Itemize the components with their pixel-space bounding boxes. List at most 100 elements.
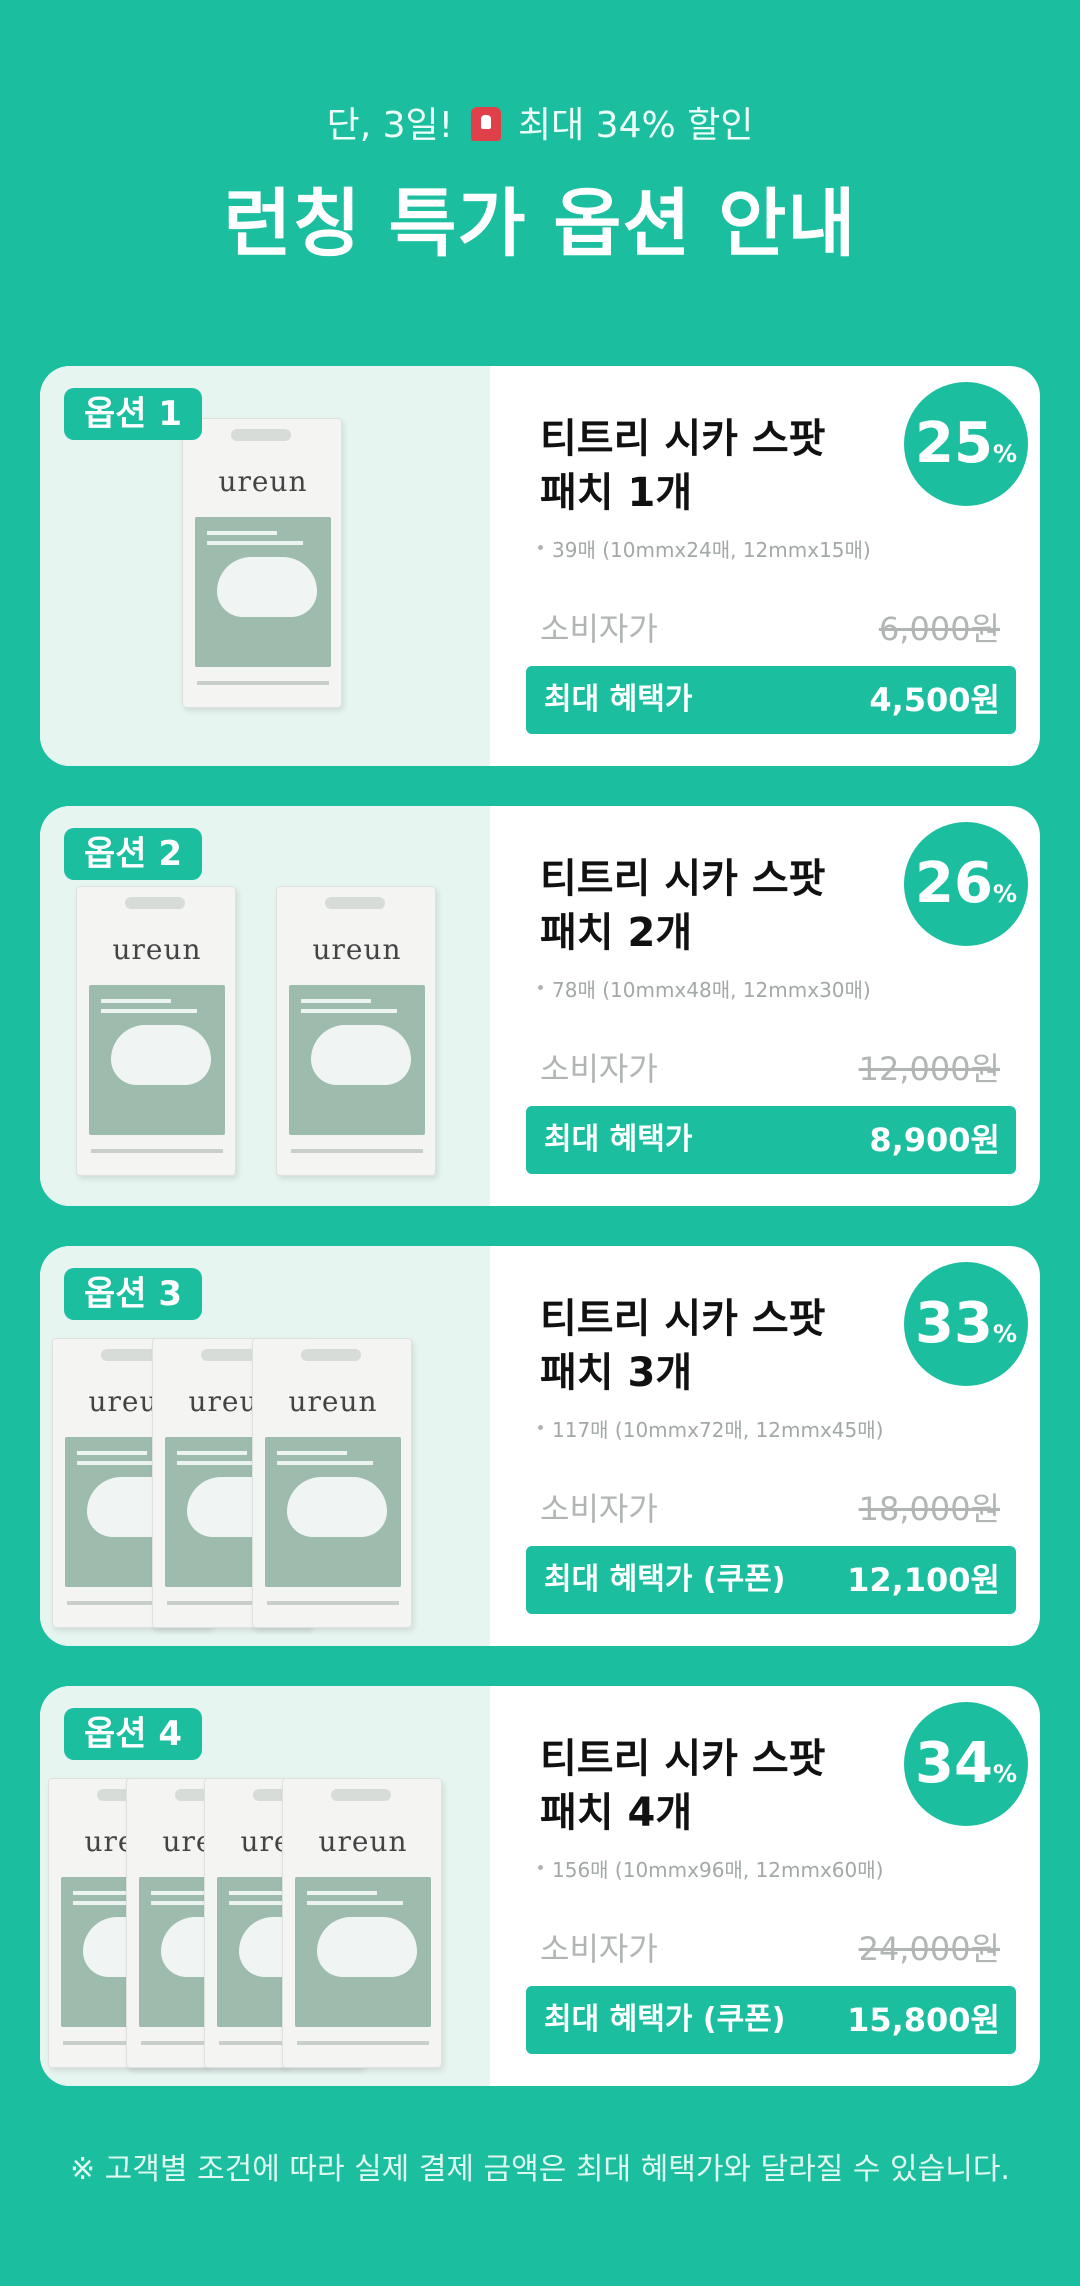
box-text-line [101, 1009, 197, 1013]
box-text-line [277, 1461, 373, 1465]
discount-percent: 34 [915, 1731, 993, 1796]
box-text-line [207, 541, 303, 545]
discount-badge: 25% [904, 382, 1028, 506]
product-name-line1: 티트리 시카 스팟 [540, 856, 826, 902]
product-name: 티트리 시카 스팟패치 4개 [540, 1732, 825, 1840]
patch-illustration [311, 1025, 411, 1085]
product-image-area: ureun 옵션 1 [40, 366, 490, 766]
box-text-line [301, 1009, 397, 1013]
disclaimer-note: ※ 고객별 조건에 따라 실제 결제 금액은 최대 혜택가와 달라질 수 있습니… [70, 2152, 1010, 2187]
product-spec: 39매 (10mmx24매, 12mmx15매) [538, 534, 871, 563]
hang-hole [231, 429, 291, 441]
brand-logo: ureun [318, 1825, 408, 1858]
consumer-price-label: 소비자가 [540, 610, 658, 648]
benefit-price-bar: 최대 혜택가 8,900원 [526, 1106, 1016, 1174]
box-footer-line [267, 1601, 399, 1605]
option-tag: 옵션 4 [64, 1708, 203, 1760]
box-panel [265, 1437, 401, 1587]
product-name: 티트리 시카 스팟패치 2개 [540, 852, 825, 960]
box-panel [89, 985, 225, 1135]
consumer-price: 12,000원 [858, 1050, 1000, 1088]
discount-percent-unit: % [992, 1320, 1017, 1348]
product-name: 티트리 시카 스팟패치 1개 [540, 412, 825, 520]
subtitle-post: 최대 34% 할인 [517, 105, 754, 146]
product-box-image: ureun [276, 886, 436, 1176]
product-box-image: ureun [282, 1778, 442, 2068]
benefit-price: 12,100원 [847, 1561, 1000, 1599]
product-image-area: ureun ureun ureun 옵션 3 [40, 1246, 490, 1646]
hang-hole [301, 1349, 361, 1361]
box-text-line [77, 1451, 147, 1455]
patch-illustration [111, 1025, 211, 1085]
hang-hole [325, 897, 385, 909]
option-card-2[interactable]: ureun ureun 옵션 2 티트리 시카 스팟패치 2개 78매 (10mmx48… [40, 806, 1040, 1206]
benefit-price-bar: 최대 혜택가 4,500원 [526, 666, 1016, 734]
discount-percent: 33 [915, 1291, 993, 1356]
brand-logo: ureun [218, 465, 308, 498]
product-spec: 117매 (10mmx72매, 12mmx45매) [537, 1414, 883, 1443]
hang-hole [331, 1789, 391, 1801]
consumer-price-label: 소비자가 [540, 1050, 658, 1088]
box-text-line [101, 999, 171, 1003]
benefit-price-bar: 최대 혜택가 (쿠폰) 12,100원 [526, 1546, 1016, 1614]
option-card-3[interactable]: ureun ureun ureun 옵션 3 티트리 시카 스팟 패치 3개 117매 (1… [40, 1246, 1040, 1646]
siren-icon [470, 107, 501, 141]
product-name-line2: 패치 2개 [540, 910, 693, 956]
brand-logo: ureun [312, 933, 402, 966]
discount-badge: 26% [904, 822, 1028, 946]
box-text-line [307, 1891, 377, 1895]
product-box-image: ureun [76, 886, 236, 1176]
brand-logo: ureun [288, 1385, 378, 1418]
product-spec: 156매 (10mmx96매, 12mmx60매) [537, 1854, 883, 1883]
box-panel [295, 1877, 431, 2027]
patch-illustration [317, 1917, 417, 1977]
patch-illustration [217, 557, 317, 617]
benefit-price-label: 최대 혜택가 (쿠폰) [544, 2002, 786, 2037]
benefit-price-label: 최대 혜택가 (쿠폰) [544, 1562, 786, 1597]
option-tag: 옵션 3 [64, 1268, 203, 1320]
option-card-1[interactable]: ureun 옵션 1 티트리 시카 스팟패치 1개 39매 (10mmx24매, 12… [40, 366, 1040, 766]
hang-hole [125, 897, 185, 909]
patch-illustration [287, 1477, 387, 1537]
benefit-price: 4,500원 [869, 681, 1000, 719]
consumer-price-label: 소비자가 [540, 1930, 658, 1968]
product-name-line1: 티트리 시카 스팟 [540, 416, 826, 462]
product-box-image: ureun [182, 418, 342, 708]
discount-percent: 25 [915, 411, 993, 476]
consumer-price: 24,000원 [858, 1930, 1000, 1968]
discount-percent-unit: % [992, 1760, 1017, 1788]
box-panel [195, 517, 331, 667]
subtitle-pre: 단, 3일! [326, 105, 454, 146]
option-card-4[interactable]: ureunureunureunureun옵션 4티트리 시카 스팟패치 4개15… [40, 1686, 1040, 2086]
consumer-price: 6,000원 [878, 610, 1000, 648]
box-text-line [207, 531, 277, 535]
option-tag: 옵션 2 [64, 828, 203, 880]
box-footer-line [91, 1149, 223, 1153]
benefit-price-label: 최대 혜택가 [544, 1122, 693, 1157]
box-text-line [177, 1451, 247, 1455]
product-name-line1: 티트리 시카 스팟 [540, 1736, 826, 1782]
discount-badge: 34% [904, 1702, 1028, 1826]
benefit-price: 8,900원 [869, 1121, 1000, 1159]
option-tag: 옵션 1 [64, 388, 203, 440]
discount-percent-unit: % [992, 440, 1017, 468]
product-spec: 78매 (10mmx48매, 12mmx30매) [538, 974, 871, 1003]
product-name-line2: 패치 3개 [540, 1350, 693, 1396]
box-panel [289, 985, 425, 1135]
product-image-area: ureunureunureunureun옵션 4 [40, 1686, 490, 2086]
product-name-line2: 패치 1개 [540, 470, 693, 516]
product-name-line2: 패치 4개 [540, 1790, 693, 1836]
consumer-price: 18,000원 [858, 1490, 1000, 1528]
box-footer-line [297, 2041, 429, 2045]
product-name-line1: 티트리 시카 스팟 [540, 1296, 826, 1342]
benefit-price-label: 최대 혜택가 [544, 682, 693, 717]
consumer-price-label: 소비자가 [540, 1490, 658, 1528]
benefit-price: 15,800원 [847, 2001, 1000, 2039]
box-text-line [307, 1901, 403, 1905]
brand-logo: ureun [112, 933, 202, 966]
discount-percent: 26 [915, 851, 993, 916]
product-name: 티트리 시카 스팟패치 3개 [540, 1292, 825, 1400]
product-image-area: ureun ureun 옵션 2 [40, 806, 490, 1206]
discount-percent-unit: % [992, 880, 1017, 908]
discount-badge: 33% [904, 1262, 1028, 1386]
